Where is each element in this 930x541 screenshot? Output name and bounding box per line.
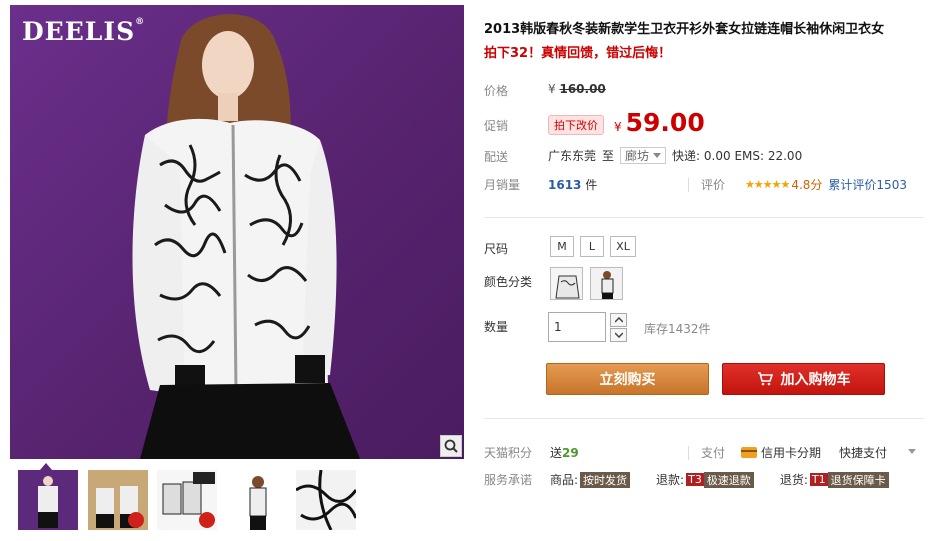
quantity-label: 数量 (484, 320, 509, 334)
color-label: 颜色分类 (484, 275, 533, 289)
payment-options: 支付 信用卡分期 快捷支付 (688, 444, 905, 461)
promotion-label: 促销 (484, 119, 509, 133)
active-thumb-arrow-icon (40, 463, 52, 470)
rating-score: 4.8分 (791, 178, 823, 192)
magnifier-icon (444, 439, 458, 453)
size-option-xl[interactable]: XL (610, 236, 636, 257)
thumbnail-image (296, 470, 356, 530)
review-count-link[interactable]: 累计评价1503 (828, 176, 907, 193)
color-option-1[interactable] (550, 267, 583, 300)
chevron-up-icon (614, 317, 623, 323)
model-photo (132, 14, 360, 459)
thumbnail-image (228, 470, 288, 530)
payment-label: 支付 (701, 446, 726, 460)
list-price: ¥ 160.00 (548, 82, 606, 96)
section-divider (484, 418, 924, 419)
price-label: 价格 (484, 84, 509, 98)
quantity-increase-button[interactable] (610, 313, 627, 327)
shipping-to: 至 (602, 149, 615, 163)
shipping-info: 广东东莞 至 廊坊 快递: 0.00 EMS: 22.00 (548, 147, 802, 164)
promotion-price: ¥59.00 (614, 108, 705, 137)
thumbnail-2[interactable] (88, 470, 148, 530)
size-label: 尺码 (484, 242, 509, 256)
shipping-origin: 广东东莞 (548, 149, 597, 163)
zoom-button[interactable] (440, 435, 462, 457)
color-swatch-image (551, 268, 582, 299)
promise-return[interactable]: 退货: T1 退货保障卡 (780, 471, 889, 488)
thumbnail-1[interactable] (18, 470, 78, 530)
brand-logo: DEELIS® (22, 17, 146, 46)
shipping-fees: 快递: 0.00 EMS: 22.00 (672, 149, 803, 163)
payment-quick-pay[interactable]: 快捷支付 (839, 444, 887, 461)
color-option-2[interactable] (590, 267, 623, 300)
promise-label: 服务承诺 (484, 473, 533, 487)
thumbnail-4[interactable] (228, 470, 288, 530)
size-option-m[interactable]: M (550, 236, 574, 257)
destination-select[interactable]: 廊坊 (620, 147, 667, 164)
monthly-sales: 1613 件 (548, 178, 598, 192)
promise-refund[interactable]: 退款: T3 极速退款 (656, 471, 754, 488)
quantity-input[interactable]: 1 (548, 312, 606, 342)
thumbnail-image (20, 472, 76, 528)
thumbnail-image (157, 470, 217, 530)
main-product-image[interactable]: DEELIS® (10, 5, 464, 459)
add-to-cart-button[interactable]: 加入购物车 (722, 363, 885, 395)
sales-label: 月销量 (484, 178, 521, 192)
chevron-down-icon (614, 332, 623, 338)
service-promise: 商品: 按时发货 退款: T3 极速退款 退货: T1 退货保障卡 (550, 471, 915, 488)
divider (688, 177, 689, 192)
promo-text: 拍下32！真情回馈，错过后悔！ (484, 46, 672, 61)
section-divider (484, 217, 924, 218)
thumbnail-5[interactable] (296, 470, 356, 530)
stock-count: 库存1432件 (644, 322, 711, 336)
add-to-cart-label: 加入购物车 (780, 372, 851, 388)
divider (688, 445, 689, 460)
cart-icon (757, 372, 773, 386)
thumbnail-3[interactable] (157, 470, 217, 530)
credit-card-icon (741, 447, 758, 458)
star-icon: ★★★★★ (745, 178, 790, 191)
buy-now-button[interactable]: 立刻购买 (546, 363, 709, 395)
points-value: 送29 (550, 446, 579, 460)
rating-block: 评价 ★★★★★ 4.8分 累计评价1503 (688, 176, 907, 193)
points-label: 天猫积分 (484, 446, 533, 460)
promotion-badge: 拍下改价 (548, 115, 604, 135)
color-swatch-image (591, 268, 622, 299)
shipping-label: 配送 (484, 150, 509, 164)
thumbnail-strip (10, 462, 464, 537)
quantity-decrease-button[interactable] (610, 328, 627, 342)
chevron-down-icon[interactable] (908, 449, 916, 455)
rating-label: 评价 (701, 178, 726, 192)
promise-goods[interactable]: 商品: 按时发货 (550, 471, 631, 488)
thumbnail-image (88, 470, 148, 530)
chevron-down-icon (653, 153, 662, 158)
product-title: 2013韩版春秋冬装新款学生卫衣开衫外套女拉链连帽长袖休闲卫衣女 (484, 22, 885, 37)
size-option-l[interactable]: L (580, 236, 604, 257)
payment-credit-installment[interactable]: 信用卡分期 (761, 444, 821, 461)
